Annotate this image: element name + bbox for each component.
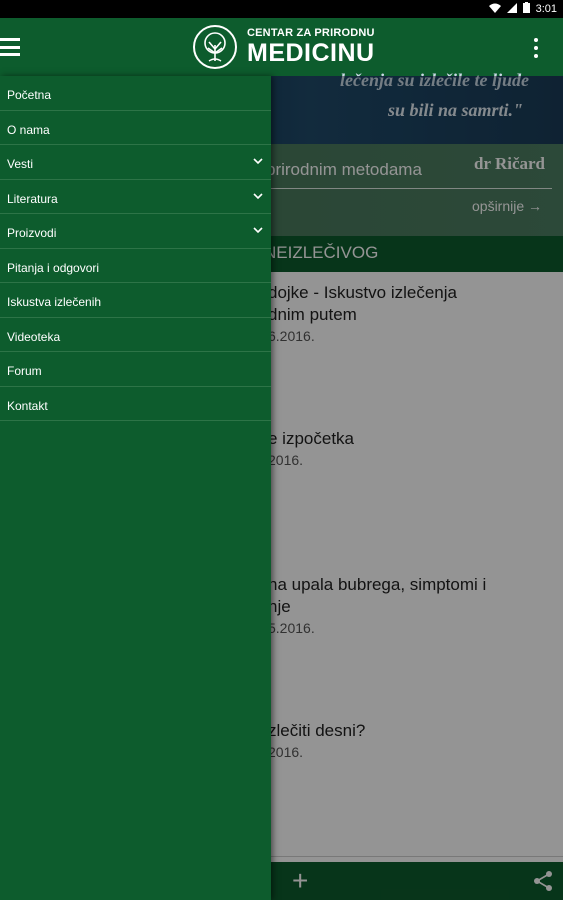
drawer-item-label: Literatura xyxy=(7,191,58,206)
drawer-item-iskustva-izlecenih[interactable]: Iskustva izlečenih xyxy=(0,283,271,318)
tree-logo-icon xyxy=(193,25,237,69)
drawer-item-label: Kontakt xyxy=(7,398,48,413)
chevron-down-icon[interactable] xyxy=(253,189,263,203)
status-time: 3:01 xyxy=(535,3,557,15)
chevron-down-icon[interactable] xyxy=(253,223,263,237)
drawer-item-literatura[interactable]: Literatura xyxy=(0,180,271,214)
drawer-item-label: Proizvodi xyxy=(7,226,57,240)
status-bar: 3:01 xyxy=(0,0,563,18)
drawer-item-label: Početna xyxy=(7,88,52,102)
signal-icon xyxy=(506,2,517,16)
logo-subtitle: CENTAR ZA PRIRODNU xyxy=(247,27,375,39)
drawer-item-label: Videoteka xyxy=(7,329,61,344)
drawer-item-label: Forum xyxy=(7,364,42,378)
drawer-item-label: O nama xyxy=(7,122,50,137)
drawer-item-forum[interactable]: Forum xyxy=(0,352,271,387)
drawer-item-vesti[interactable]: Vesti xyxy=(0,145,271,180)
drawer-item-label: Iskustva izlečenih xyxy=(7,295,102,309)
drawer-item-proizvodi[interactable]: Proizvodi xyxy=(0,214,271,249)
drawer-item-videoteka[interactable]: Videoteka xyxy=(0,318,271,352)
navigation-drawer: Početna O nama Vesti Literatura Proizvod… xyxy=(0,76,271,900)
app-bar: CENTAR ZA PRIRODNU MEDICINU xyxy=(0,18,563,76)
logo-title: MEDICINU xyxy=(247,39,375,67)
more-vert-icon[interactable] xyxy=(533,38,539,58)
drawer-item-label: Vesti xyxy=(7,157,34,171)
drawer-item-o-nama[interactable]: O nama xyxy=(0,111,271,145)
drawer-item-pitanja-i-odgovori[interactable]: Pitanja i odgovori xyxy=(0,249,271,283)
battery-icon xyxy=(522,2,530,16)
app-logo[interactable]: CENTAR ZA PRIRODNU MEDICINU xyxy=(193,24,375,70)
chevron-down-icon[interactable] xyxy=(253,154,263,168)
drawer-item-label: Pitanja i odgovori xyxy=(7,260,100,275)
wifi-icon xyxy=(488,3,501,16)
drawer-item-kontakt[interactable]: Kontakt xyxy=(0,387,271,421)
drawer-item-pocetna[interactable]: Početna xyxy=(0,76,271,111)
hamburger-icon[interactable] xyxy=(0,38,22,56)
